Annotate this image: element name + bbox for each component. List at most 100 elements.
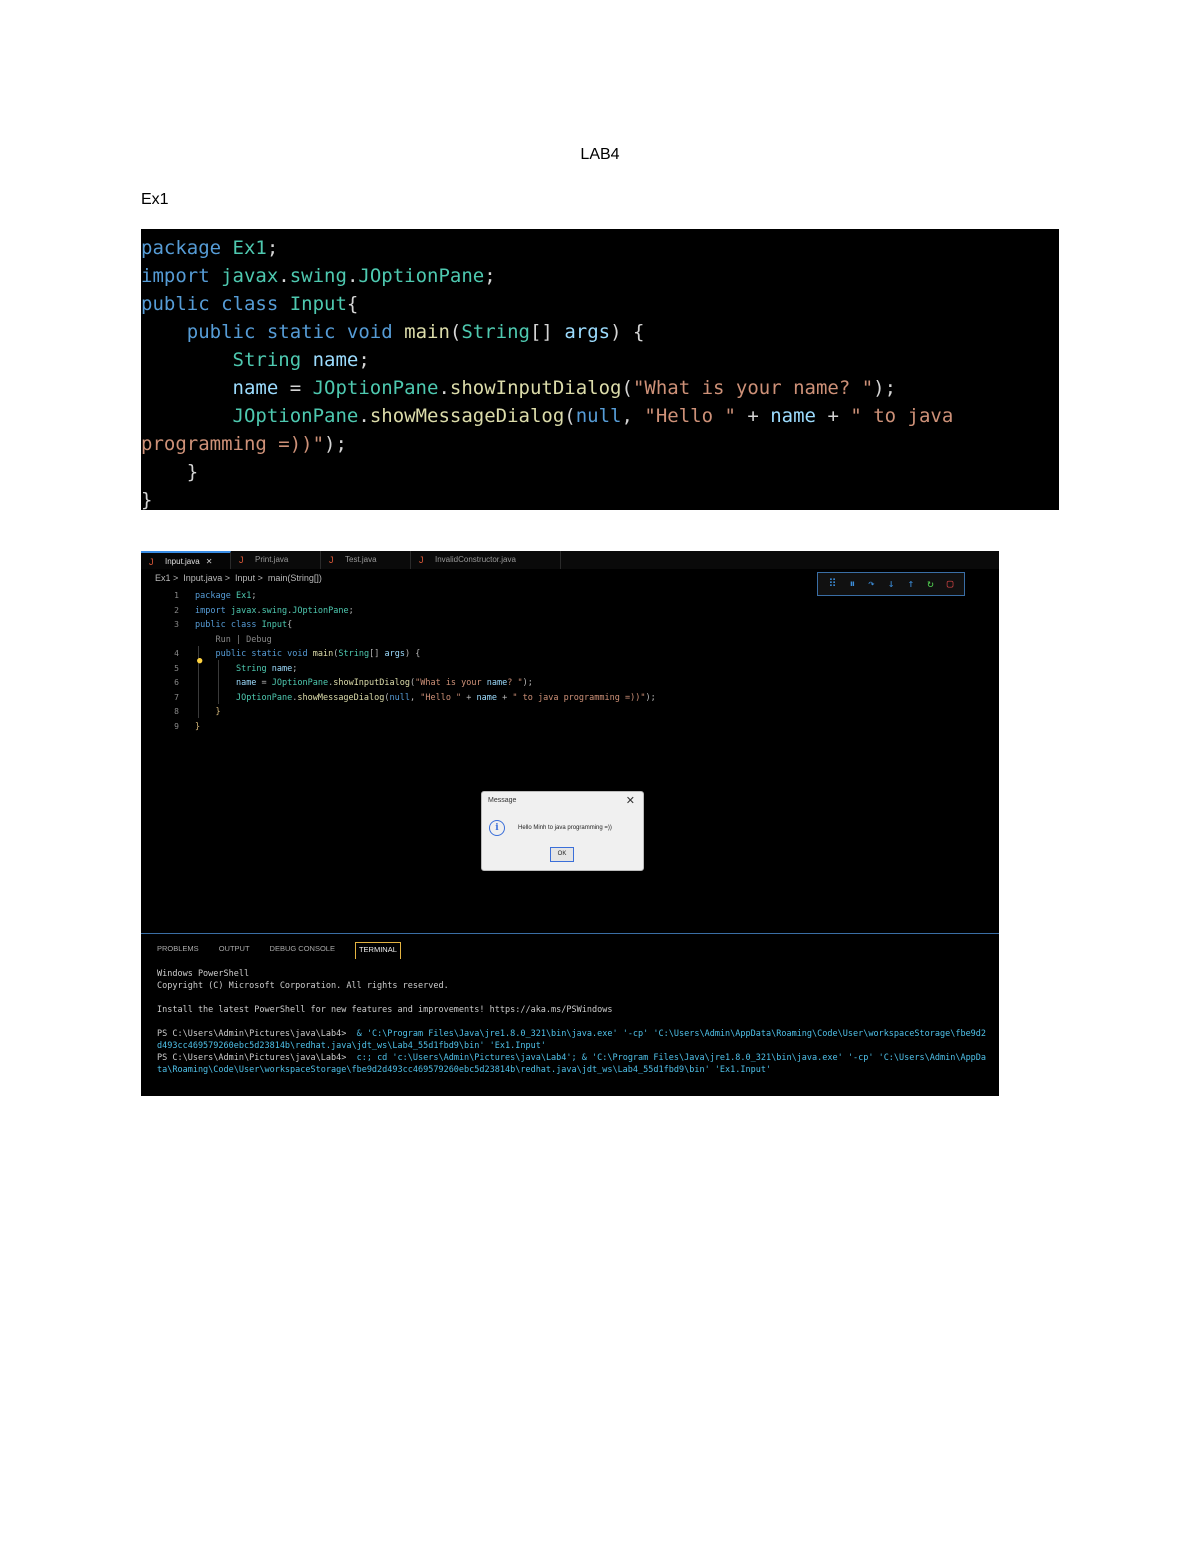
close-icon[interactable]: ✕ [206,557,213,566]
tab-input-java[interactable]: J Input.java ✕ [141,551,231,569]
code-line: public class Input{ [141,290,1059,318]
code-block: package Ex1; import javax.swing.JOptionPa… [141,229,1059,511]
breadcrumb[interactable]: Ex1 > Input.java > Input > main(String[]… [155,573,322,583]
terminal-output[interactable]: Windows PowerShell Copyright (C) Microsof… [157,968,987,1076]
editor-line: public static void main(String[] args) { [215,649,421,659]
code-token: String [461,321,530,343]
bottom-panel: PROBLEMS OUTPUT DEBUG CONSOLE TERMINAL W… [141,933,999,1096]
code-token: name [312,349,359,371]
editor-line: name = JOptionPane.showInputDialog("What… [235,678,533,688]
code-token: + [735,405,771,427]
terminal-line: Install the latest PowerShell for new fe… [157,1005,613,1015]
code-token: void [346,321,405,343]
tab-invalidconstructor-java[interactable]: J InvalidConstructor.java [411,551,561,569]
document-title: LAB4 [580,146,620,163]
code-token: ; [358,349,370,371]
code-token: programming =))" [141,433,325,455]
code-token: " to java [850,405,954,427]
code-token: import [141,265,222,287]
editor-line: String name; [235,663,298,674]
tab-terminal[interactable]: TERMINAL [354,942,401,959]
code-token: Input [289,293,347,315]
code-line: package Ex1; [141,234,1059,262]
code-lens[interactable]: Run | Debug [195,633,656,648]
info-icon: i [489,820,505,836]
section-label: Ex1 [141,191,169,208]
code-token: = [278,377,313,399]
code-token: package [141,237,233,259]
terminal-line: Windows PowerShell [157,969,250,979]
code-token: JOptionPane [312,377,439,399]
code-token: . [346,265,359,287]
code-line: JOptionPane.showMessageDialog(null, "Hel… [141,402,1059,430]
tab-print-java[interactable]: J Print.java [231,551,321,569]
terminal-line: PS C:\Users\Admin\Pictures\java\Lab4> & … [157,1029,987,1051]
drag-handle-icon[interactable]: ⠿ [829,573,837,595]
code-token: JOptionPane [358,265,485,287]
code-token: showMessageDialog [369,405,565,427]
editor-line: public class Input{ [195,620,293,630]
code-token: "What is your name? " [632,377,874,399]
code-token: ; [266,237,279,259]
code-token: public [186,321,267,343]
code-token: ); [873,377,897,399]
dialog-message: Hello Minh to java programming =)) [518,825,612,831]
restart-icon[interactable]: ↻ [927,573,934,595]
ok-button[interactable]: OK [550,847,574,862]
terminal-line: Copyright (C) Microsoft Corporation. All… [157,981,449,991]
code-token: Ex1 [232,237,267,259]
code-line: } [141,458,1059,486]
stop-icon[interactable]: ▢ [947,573,954,595]
tab-test-java[interactable]: J Test.java [321,551,411,569]
pause-icon[interactable]: ⏸ [850,573,856,595]
editor-code[interactable]: package Ex1; import javax.swing.JOptionPa… [195,589,656,734]
code-token: } [141,461,199,483]
terminal-line: PS C:\Users\Admin\Pictures\java\Lab4> c:… [157,1053,987,1075]
dialog-title: Message [488,797,517,804]
code-token: javax [221,265,279,287]
editor-line: } [195,721,201,732]
step-over-icon[interactable]: ↷ [868,573,875,595]
code-token: args [564,321,611,343]
line-number: 3 [174,620,179,629]
line-number: 4 [174,649,179,658]
editor-line: package Ex1; [195,591,257,601]
code-line: name = JOptionPane.showInputDialog("What… [141,374,1059,402]
tab-problems[interactable]: PROBLEMS [157,942,199,958]
code-line: public static void main(String[] args) { [141,318,1059,346]
code-token: "Hello " [644,405,736,427]
code-token: class [221,293,290,315]
step-into-icon[interactable]: ↓ [888,573,895,595]
close-icon[interactable]: ✕ [626,794,635,807]
line-number: 5 [174,663,179,673]
code-token: ( [449,321,462,343]
debug-toolbar: ⠿ ⏸ ↷ ↓ ↑ ↻ ▢ [817,572,965,596]
code-token: JOptionPane [232,405,359,427]
code-line: import javax.swing.JOptionPane; [141,262,1059,290]
code-token: ( [621,377,633,399]
code-token: public [141,293,222,315]
code-token: name [770,405,816,427]
code-token: null [575,405,622,427]
java-file-icon: J [239,555,244,565]
code-token: . [438,377,450,399]
tab-output[interactable]: OUTPUT [219,942,250,958]
step-out-icon[interactable]: ↑ [907,573,914,595]
editor-line: } [215,707,221,717]
code-line: } [141,486,1059,514]
code-token: . [278,265,290,287]
line-number: 8 [174,707,179,716]
tab-debug-console[interactable]: DEBUG CONSOLE [270,942,335,958]
java-file-icon: J [149,557,154,567]
java-file-icon: J [329,555,334,565]
panel-tabs: PROBLEMS OUTPUT DEBUG CONSOLE TERMINAL [157,942,421,959]
code-token: [] [529,321,565,343]
line-number: 7 [174,692,179,702]
editor-line: JOptionPane.showMessageDialog(null, "Hel… [235,692,656,703]
java-file-icon: J [419,555,424,565]
